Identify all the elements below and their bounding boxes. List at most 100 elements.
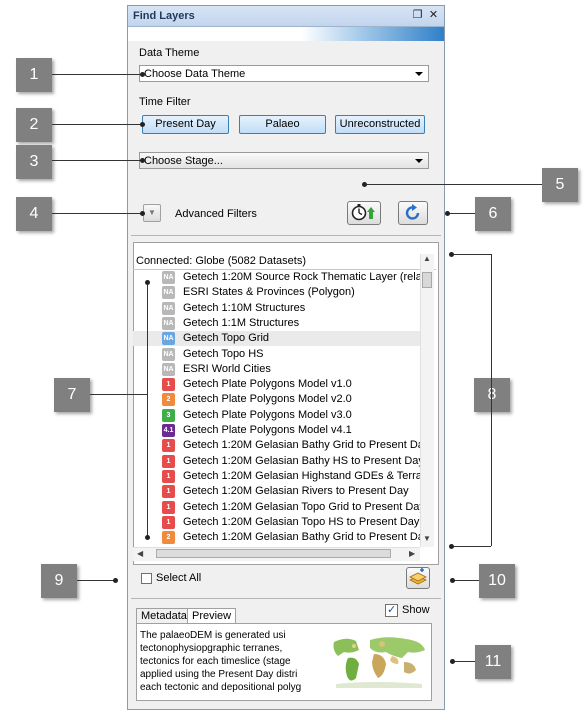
dataset-row[interactable]: NA ESRI World Cities [133,362,423,377]
dataset-row[interactable]: NA ESRI States & Provinces (Polygon) [133,285,423,300]
callout-line [452,546,491,547]
tab-metadata[interactable]: Metadata [136,608,192,624]
dataset-label: Getech 1:20M Gelasian Topo Grid to Prese… [183,500,423,513]
callout-6: 6 [475,197,511,231]
status-badge: 4.1 [162,424,175,437]
callout-dot [450,578,455,583]
dataset-label: Getech Plate Polygons Model v3.0 [183,408,352,421]
dataset-label: Getech Topo HS [183,347,264,360]
status-badge: 1 [162,500,175,514]
show-label: Show [402,604,430,616]
chevron-down-icon [415,72,423,76]
dataset-row[interactable]: NA Getech Topo Grid [133,331,423,347]
dataset-row[interactable]: 3 Getech Plate Polygons Model v3.0 [133,408,423,423]
dataset-label: Getech 1:20M Gelasian Highstand GDEs & T… [183,469,423,482]
dataset-row[interactable]: NA Getech 1:1M Structures [133,316,423,331]
status-badge: NA [162,316,175,330]
status-badge: 1 [162,485,175,499]
status-badge: 1 [162,469,175,483]
dataset-row[interactable]: 1 Getech 1:20M Gelasian Topo HS to Presen… [133,515,423,530]
status-badge: 2 [162,393,175,407]
status-badge: NA [162,286,175,300]
preview-line: each tectonic and depositional polyg [140,682,302,693]
add-layer-icon [409,568,427,585]
callout-1: 1 [16,58,52,92]
callout-4: 4 [16,197,52,231]
chevron-down-icon: ▼ [148,208,156,217]
panel-divider [131,598,441,599]
refresh-button[interactable] [398,201,428,225]
panel-divider [131,235,441,236]
dataset-row[interactable]: NA Getech 1:20M Source Rock Thematic Laye… [133,270,423,285]
callout-3: 3 [16,145,52,179]
dataset-label: ESRI World Cities [183,362,271,375]
dataset-row[interactable]: 1 Getech 1:20M Gelasian Rivers to Present… [133,484,423,499]
dataset-row[interactable]: 1 Getech 1:20M Gelasian Highstand GDEs & … [133,469,423,484]
stage-value: Choose Stage... [144,155,223,167]
unreconstructed-button[interactable]: Unreconstructed [335,115,425,134]
callout-5: 5 [542,168,578,202]
dataset-row[interactable]: 1 Getech 1:20M Gelasian Bathy HS to Prese… [133,454,423,469]
vertical-scroll-thumb[interactable] [422,272,432,288]
close-icon[interactable]: ✕ [427,9,440,22]
vertical-scrollbar[interactable] [420,254,434,547]
callout-line [90,394,147,395]
callout-dot [362,182,367,187]
dataset-label: Getech Plate Polygons Model v4.1 [183,424,352,436]
callout-line [52,160,142,161]
callout-dot [140,158,145,163]
status-badge: 1 [162,378,175,392]
callout-dot [145,280,150,285]
title-bar: Find Layers ❐ ✕ [128,6,444,27]
dataset-label: Getech 1:20M Gelasian Bathy Grid to Pres… [183,531,423,544]
dataset-label: Getech 1:20M Gelasian Rivers to Present … [183,485,409,498]
callout-dot [450,659,455,664]
data-theme-dropdown[interactable]: Choose Data Theme [139,65,429,82]
dataset-row[interactable]: 2 Getech Plate Polygons Model v2.0 [133,392,423,407]
callout-10: 10 [479,564,515,598]
callout-dot [113,578,118,583]
restore-icon[interactable]: ❐ [411,9,424,22]
present-day-button[interactable]: Present Day [142,115,229,134]
palaeo-button[interactable]: Palaeo [239,115,326,134]
find-layers-window: Find Layers ❐ ✕ Data Theme Choose Data T… [127,5,445,710]
status-badge: 1 [162,515,175,529]
select-all-checkbox[interactable] [141,573,152,584]
dataset-row[interactable]: 4.1 Getech Plate Polygons Model v4.1 [133,423,423,438]
dataset-row[interactable]: 1 Getech 1:20M Gelasian Topo Grid to Pres… [133,500,423,515]
callout-9: 9 [41,564,77,598]
refresh-icon [405,204,420,220]
status-badge: 3 [162,408,175,422]
scroll-up-icon[interactable]: ▲ [423,254,431,264]
horizontal-scroll-thumb[interactable] [156,549,391,558]
dataset-row[interactable]: NA Getech Topo HS [133,347,423,362]
callout-line [453,580,479,581]
connection-status: Connected: Globe (5082 Datasets) [133,253,436,270]
timer-filter-button[interactable] [347,201,381,225]
dataset-row[interactable]: 1 Getech 1:20M Gelasian Bathy Grid to Pre… [133,438,423,453]
status-badge: NA [162,271,175,284]
scroll-down-icon[interactable]: ▼ [423,534,431,544]
dataset-row[interactable]: NA Getech 1:10M Structures [133,301,423,316]
scroll-right-icon[interactable]: ▶ [409,549,415,559]
scroll-left-icon[interactable]: ◀ [137,549,143,559]
dataset-label: ESRI States & Provinces (Polygon) [183,286,355,299]
dataset-row[interactable]: 1 Getech Plate Polygons Model v1.0 [133,377,423,392]
timer-icon [351,204,375,221]
callout-line [491,254,492,546]
dataset-row[interactable]: 2 Getech 1:20M Gelasian Bathy Grid to Pre… [133,530,423,545]
callout-dot [449,252,454,257]
dataset-label: Getech Topo Grid [183,332,270,345]
data-theme-label: Data Theme [139,47,200,59]
stage-dropdown[interactable]: Choose Stage... [139,152,429,169]
show-checkbox[interactable]: ✓ [385,604,398,617]
advanced-filters-toggle[interactable]: ▼ [143,204,161,222]
dataset-label: Getech 1:10M Structures [183,301,306,314]
advanced-filters-label: Advanced Filters [175,208,257,220]
add-layers-button[interactable] [406,567,430,589]
dataset-label: Getech 1:20M Gelasian Topo HS to Present… [183,515,420,528]
preview-text: The palaeoDEM is generated usi tectonoph… [140,629,320,694]
dataset-label: Getech 1:20M Source Rock Thematic Layer … [183,271,423,283]
callout-dot [140,211,145,216]
preview-line: The palaeoDEM is generated usi [140,630,286,641]
